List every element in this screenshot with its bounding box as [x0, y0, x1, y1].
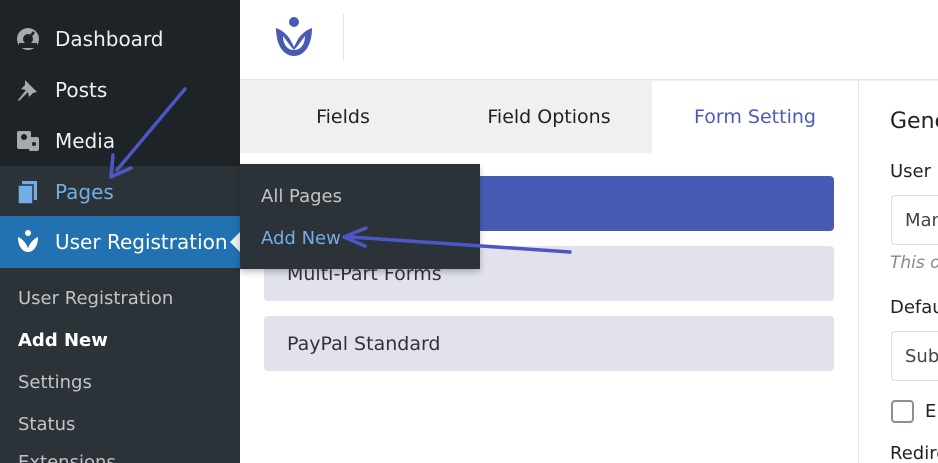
user-login-option-select[interactable]: Manual: [891, 195, 938, 245]
tab-form-setting[interactable]: Form Setting: [652, 81, 858, 153]
default-role-select[interactable]: Submit: [891, 331, 938, 381]
submenu-item-status[interactable]: Status: [18, 414, 75, 435]
default-role-label: Defau: [890, 297, 938, 318]
user-registration-icon: [18, 230, 38, 252]
form-builder-panel: Fields Field Options Form Setting Multi-…: [240, 81, 858, 463]
pin-icon: [18, 79, 37, 101]
top-bar: [240, 0, 938, 80]
flyout-notch: [230, 180, 240, 200]
submenu-item-extensions[interactable]: Extensions: [18, 452, 116, 463]
menu-label-pages: Pages: [55, 179, 114, 204]
tab-field-options[interactable]: Field Options: [446, 81, 652, 153]
admin-sidebar: Dashboard Posts Media Pages User Registr…: [0, 0, 240, 463]
menu-item-dashboard[interactable]: Dashboard: [0, 13, 240, 64]
menu-item-media[interactable]: Media: [0, 115, 240, 166]
menu-label-posts: Posts: [55, 77, 108, 102]
dashboard-icon: [17, 27, 39, 50]
menu-item-pages[interactable]: Pages: [0, 166, 240, 217]
media-icon: [17, 130, 39, 151]
menu-label-user-registration: User Registration: [55, 230, 228, 254]
submenu-item-add-new[interactable]: Add New: [18, 330, 108, 351]
menu-item-posts[interactable]: Posts: [0, 64, 240, 115]
menu-label-media: Media: [55, 128, 116, 153]
flyout-item-add-new[interactable]: Add New: [261, 228, 341, 249]
pages-icon: [17, 180, 37, 205]
enable-checkbox[interactable]: [891, 400, 914, 423]
tab-fields[interactable]: Fields: [240, 81, 446, 153]
builder-tabs: Fields Field Options Form Setting: [240, 81, 858, 153]
enable-checkbox-label: En: [925, 401, 938, 422]
submenu-item-settings[interactable]: Settings: [18, 372, 92, 393]
pages-flyout-menu: All Pages Add New: [240, 164, 480, 269]
top-bar-divider: [343, 14, 344, 60]
settings-heading: General: [890, 109, 938, 134]
paypal-standard-button[interactable]: PayPal Standard: [264, 316, 834, 371]
user-registration-logo-icon: [276, 17, 312, 56]
menu-label-dashboard: Dashboard: [55, 26, 164, 51]
redirect-label: Redire: [890, 443, 938, 463]
submenu-item-user-registration[interactable]: User Registration: [18, 288, 173, 309]
user-login-help-text: This o: [890, 253, 938, 273]
menu-item-user-registration[interactable]: User Registration: [0, 216, 240, 268]
user-login-option-label: User l: [890, 161, 938, 182]
flyout-item-all-pages[interactable]: All Pages: [261, 186, 342, 207]
current-menu-notch: [230, 232, 240, 252]
form-settings-panel: General User l Manual This o Defau Submi…: [858, 81, 938, 463]
